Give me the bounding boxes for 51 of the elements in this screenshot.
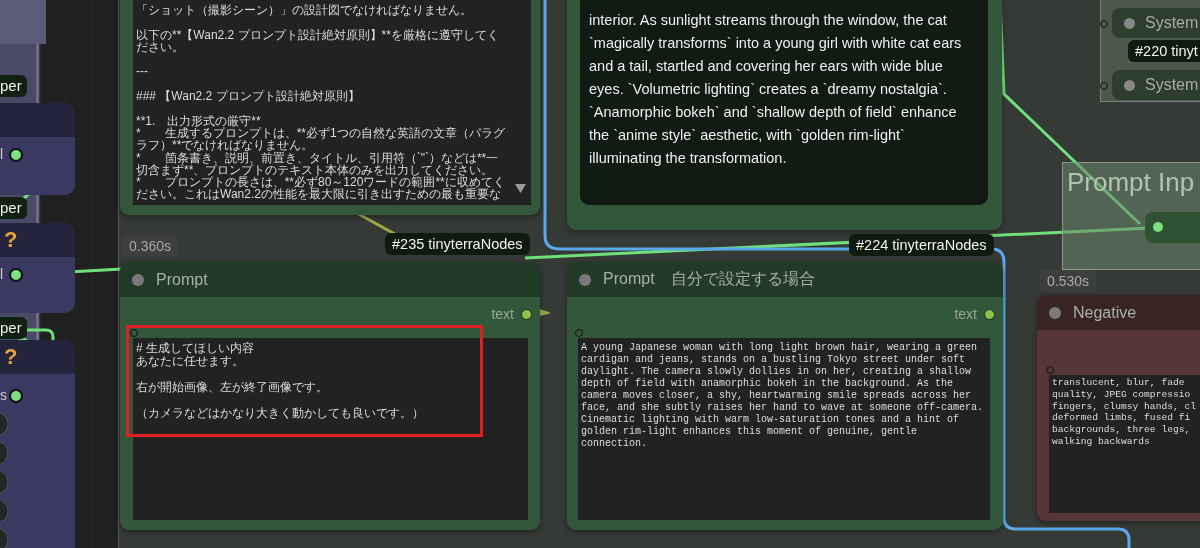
text-line: # 生成してほしい内容	[136, 342, 255, 355]
display-text: interior. As sunlight streams through the window, the cat `magically transforms` into a young girl with white cat ears and a tail, startled and covering her ears with wide blue eyes. `Volumetric lighting` creates a `dreamy nostalgia`. `Anamorphic bokeh` and `shallow depth of field` enhance the `anime style` aesthetic, with `golden rim-light` illuminating the transformation.	[588, 11, 963, 168]
node-title: Prompt	[156, 270, 208, 289]
node-title: System	[1145, 76, 1199, 94]
output-label: l	[0, 266, 4, 282]
node-title: System	[1145, 14, 1199, 32]
text-area[interactable]	[578, 338, 990, 520]
warning-mark: ?	[4, 344, 18, 370]
text-line: **1. 出力形式の厳守**	[136, 114, 261, 127]
node-badge: #235 tinyterraNodes	[385, 233, 530, 255]
output-label: text	[954, 306, 977, 322]
text-line: 「ショット（撮影シーン）」の設計図でなければなりません。	[136, 4, 473, 17]
text-line: * 箇条書き、説明、前置き、タイトル、引用符（`"`）などは**一切含まず**、プロンプトのテキスト本体のみを出力してください。	[136, 151, 500, 177]
text-line: （カメラなどはかなり大きく動かしても良いです。）	[136, 407, 425, 420]
text-area[interactable]: translucent, blur, fade quality, JPEG compressio fingers, clumsy hands, cl deformed limbs, fused fi backgrounds, three legs, walking backwards	[1049, 375, 1200, 513]
node-badge: per	[0, 197, 27, 219]
output-label: s	[0, 387, 7, 403]
output-label: text	[491, 306, 514, 322]
node-title: Negative	[1073, 303, 1137, 322]
text-line: * 生成するプロンプトは、**必ず1つの自然な英語の文章（パラグラフ）**でなければなりません。	[136, 126, 506, 152]
text-line: A young Japanese woman with long light brown hair, wearing a green cardigan and jeans, stands on a bustling Tokyo street under soft daylight. The camera slowly dollies in on her, creating a shallow depth of field with anamorphic bokeh in the background. As the camera moves closer, a shy, heartwarming smile spreads across her face, and she subtly raises her hand to wave at someone off-camera. Cinematic lighting with warm low-saturation tones and a hint of golden rim-light enhances this moment of genuine, gentle connection.	[581, 342, 985, 450]
text-line: 以下の**【Wan2.2 プロンプト設計絶対原則】**を厳格に遵守してください。	[136, 28, 500, 54]
group-header	[0, 0, 46, 44]
output-label: l	[0, 146, 4, 162]
output-port-icon[interactable]	[1153, 222, 1163, 232]
output-port-icon[interactable]	[984, 308, 995, 320]
execution-time: 0.530s	[1040, 270, 1097, 292]
output-port-icon[interactable]	[521, 308, 532, 320]
text-line: ### 【Wan2.2 プロンプト設計絶対原則】	[136, 90, 361, 103]
text-line: 右が開始画像、左が終了画像です。	[136, 381, 329, 394]
execution-time: 0.360s	[122, 235, 179, 257]
text-line: backgrounds, three legs,	[1052, 424, 1192, 436]
text-line: fingers, clumsy hands, cl	[1052, 400, 1197, 413]
node-badge: #220 tinyt	[1128, 40, 1200, 62]
text-line: walking backwards	[1052, 436, 1151, 448]
node-badge: per	[0, 75, 27, 97]
text-line: あなたに任せます。	[136, 355, 245, 368]
text-line: translucent, blur, fade	[1052, 377, 1186, 389]
text-line: ---	[136, 65, 149, 78]
text-line: quality, JPEG compressio	[1052, 388, 1192, 401]
scroll-down-icon	[515, 184, 526, 193]
warning-mark: ?	[4, 227, 18, 253]
node-badge: per	[0, 317, 27, 339]
text-line: deformed limbs, fused fi	[1052, 412, 1192, 425]
output-arrow-icon	[540, 309, 551, 316]
status-dot-icon	[1124, 79, 1135, 91]
node-badge: #224 tinyterraNodes	[849, 234, 994, 256]
text-line: * プロンプトの長さは、**必ず80～120ワードの範囲**に収めてください。これはWan2.2の性能を最大限に引き出すための最も重要な	[136, 176, 506, 201]
text-area[interactable]: # 生成してほしい内容 あなたに任せます。 右が開始画像、左が終了画像です。 （カメラなどはかなり大きく動かしても良いです。）	[133, 338, 528, 520]
node-title: Prompt 自分で設定する場合	[603, 269, 815, 289]
status-dot-icon	[1124, 17, 1135, 29]
